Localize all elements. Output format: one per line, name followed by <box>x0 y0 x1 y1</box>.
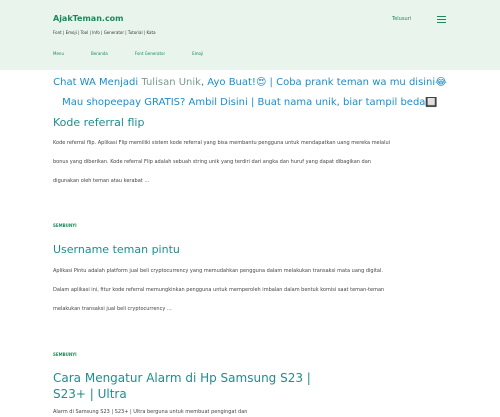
ticker-text-a: Chat WA Menjadi <box>53 77 142 88</box>
post-title-line-1[interactable]: Cara Mengatur Alarm di Hp Samsung S23 | <box>53 371 311 385</box>
nav-item-beranda[interactable]: Beranda <box>91 51 108 56</box>
site-tagline: Font | Emoji | Tool | Info | Generator |… <box>53 30 156 35</box>
read-more-link[interactable]: SEMBUNYI <box>53 223 77 228</box>
hamburger-menu-icon[interactable] <box>437 16 446 23</box>
nav-item-menu[interactable]: Menu <box>53 51 64 56</box>
ticker-text-b: , Ayo Buat!😍 | Coba prank teman wa mu di… <box>200 77 447 88</box>
post-title-line-2[interactable]: S23+ | Ultra <box>53 387 127 401</box>
read-more-link[interactable]: SEMBUNYI <box>53 352 77 357</box>
post-excerpt: Alarm di Samsung S23 | S23+ | Ultra berg… <box>53 409 248 415</box>
post-excerpt: Aplikasi Pintu adalah platform jual beli… <box>53 262 393 319</box>
ticker-text-highlight: Tulisan Unik <box>141 77 201 88</box>
post-excerpt-text: Kode referral flip. Aplikasi Flip memili… <box>53 140 391 184</box>
post-title[interactable]: Kode referral flip <box>53 116 144 129</box>
site-header: AjakTeman.com Font | Emoji | Tool | Info… <box>0 0 500 70</box>
main-nav: Menu Beranda Font Generator Emoji <box>53 51 230 56</box>
search-link[interactable]: Telusuri <box>392 16 411 22</box>
site-title[interactable]: AjakTeman.com <box>53 14 124 23</box>
post-title[interactable]: Username teman pintu <box>53 243 180 256</box>
excerpt-ellipsis: … <box>166 306 172 312</box>
ticker-line-2[interactable]: Mau shopeepay GRATIS? Ambil Disini | Bua… <box>0 97 500 108</box>
ticker-line-1[interactable]: Chat WA Menjadi Tulisan Unik, Ayo Buat!😍… <box>0 77 500 88</box>
nav-item-font-generator[interactable]: Font Generator <box>135 51 165 56</box>
excerpt-ellipsis: … <box>144 178 150 184</box>
post-excerpt: Kode referral flip. Aplikasi Flip memili… <box>53 134 393 191</box>
post-excerpt-text: Aplikasi Pintu adalah platform jual beli… <box>53 268 385 312</box>
nav-item-emoji[interactable]: Emoji <box>192 51 203 56</box>
